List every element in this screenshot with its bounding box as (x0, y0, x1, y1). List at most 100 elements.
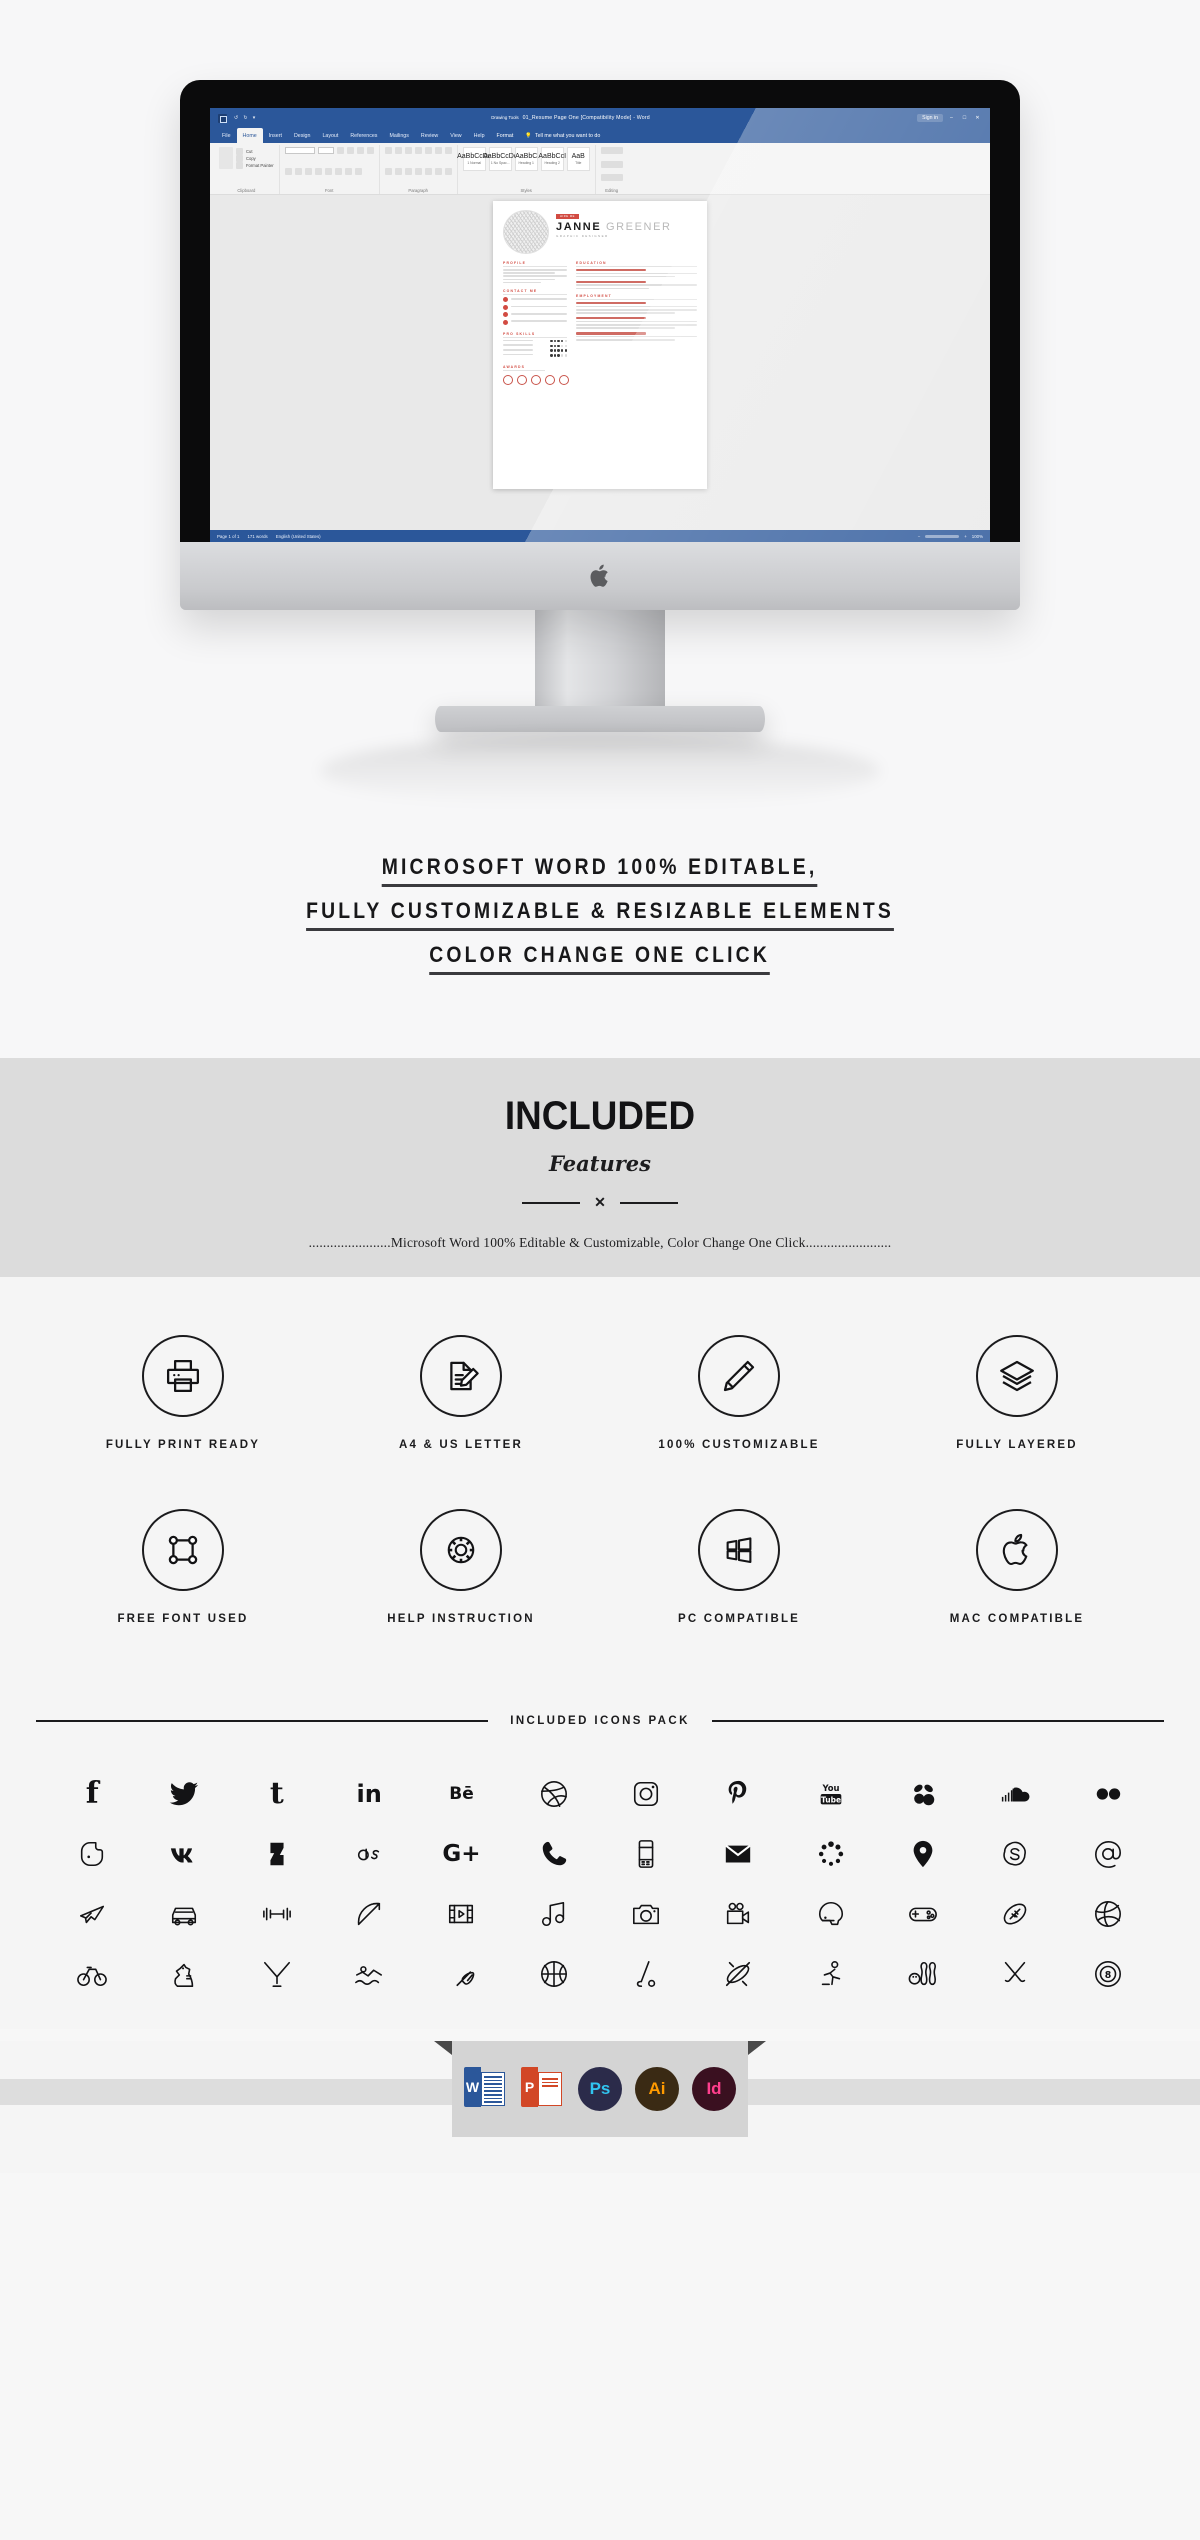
zoom-slider[interactable] (925, 534, 960, 538)
borders-icon[interactable] (444, 167, 452, 175)
subscript-icon[interactable] (324, 167, 332, 175)
word-document-canvas[interactable]: HIRE ME JANNE GREENER GRAPHIC DESIGNER P… (210, 195, 990, 530)
illustrator-icon[interactable]: Ai (635, 2067, 679, 2111)
bullets-icon[interactable] (384, 147, 392, 154)
swimming-icon[interactable] (323, 1953, 415, 1995)
at-icon[interactable] (1062, 1833, 1154, 1875)
kayak-icon[interactable] (692, 1953, 784, 1995)
superscript-icon[interactable] (334, 167, 342, 175)
ribbon-tab-design[interactable]: Design (288, 128, 317, 143)
lastfm-icon[interactable] (323, 1833, 415, 1875)
align-left-icon[interactable] (384, 167, 392, 175)
italic-icon[interactable] (294, 167, 302, 175)
line-spacing-icon[interactable] (424, 167, 432, 175)
airplane-icon[interactable] (46, 1893, 138, 1935)
music-icon[interactable] (508, 1893, 600, 1935)
linkedin-icon[interactable]: in (323, 1773, 415, 1815)
hockey-icon[interactable] (969, 1953, 1061, 1995)
find-button[interactable] (600, 147, 623, 154)
location-icon[interactable] (877, 1833, 969, 1875)
format-painter-icon[interactable] (236, 161, 243, 169)
facebook-icon[interactable]: f (46, 1773, 138, 1815)
dumbbell-icon[interactable] (231, 1893, 323, 1935)
gamepad-icon[interactable] (877, 1893, 969, 1935)
web-icon[interactable] (785, 1833, 877, 1875)
ribbon-tab-references[interactable]: References (344, 128, 383, 143)
grow-font-icon[interactable] (336, 147, 344, 154)
align-center-icon[interactable] (394, 167, 402, 175)
american-football-icon[interactable] (969, 1893, 1061, 1935)
ribbon-tab-format[interactable]: Drawing Tools Format (491, 115, 520, 143)
video-camera-icon[interactable] (692, 1893, 784, 1935)
deviantart-icon[interactable] (231, 1833, 323, 1875)
mobile-icon[interactable] (600, 1833, 692, 1875)
word-ribbon-tabs[interactable]: File Home Insert Design Layout Reference… (210, 115, 990, 143)
instagram-icon[interactable] (600, 1773, 692, 1815)
car-icon[interactable] (138, 1893, 230, 1935)
ribbon-tab-mailings[interactable]: Mailings (383, 128, 414, 143)
word-ribbon[interactable]: Cut Copy Format Painter Clipboard Font P… (210, 143, 990, 195)
ribbon-tab-review[interactable]: Review (415, 128, 444, 143)
ribbon-tab-home[interactable]: Home (236, 128, 263, 143)
clear-formatting-icon[interactable] (366, 147, 374, 154)
quick-access-toolbar[interactable]: ↺ ↻ ▾ (234, 115, 255, 121)
indesign-icon[interactable]: Id (692, 2067, 736, 2111)
zoom-in-icon[interactable]: + (964, 534, 967, 539)
change-case-icon[interactable] (356, 147, 364, 154)
photoshop-icon[interactable]: Ps (578, 2067, 622, 2111)
basketball-icon[interactable] (508, 1953, 600, 1995)
cut-icon[interactable] (236, 147, 243, 155)
sort-icon[interactable] (434, 147, 442, 154)
ribbon-tab-view[interactable]: View (444, 128, 467, 143)
google-plus-icon[interactable]: G+ (415, 1833, 507, 1875)
decrease-indent-icon[interactable] (414, 147, 422, 154)
underline-icon[interactable] (304, 167, 312, 175)
minimize-icon[interactable]: – (947, 115, 956, 121)
show-marks-icon[interactable] (444, 147, 452, 154)
badminton-icon[interactable] (415, 1953, 507, 1995)
swarm-icon[interactable] (877, 1773, 969, 1815)
sign-in-button[interactable]: Sign in (917, 114, 943, 122)
ribbon-tab-layout[interactable]: Layout (316, 128, 344, 143)
football-helmet-icon[interactable] (785, 1893, 877, 1935)
pinterest-icon[interactable] (692, 1773, 784, 1815)
justify-icon[interactable] (414, 167, 422, 175)
fencing-icon[interactable] (231, 1953, 323, 1995)
numbering-icon[interactable] (394, 147, 402, 154)
ribbon-tab-insert[interactable]: Insert (263, 128, 288, 143)
chess-knight-icon[interactable] (138, 1953, 230, 1995)
copy-icon[interactable] (236, 154, 243, 162)
twitter-icon[interactable] (138, 1773, 230, 1815)
multilevel-list-icon[interactable] (404, 147, 412, 154)
shrink-font-icon[interactable] (346, 147, 354, 154)
dribbble-icon[interactable] (508, 1773, 600, 1815)
behance-icon[interactable]: Bē (415, 1773, 507, 1815)
bold-icon[interactable] (284, 167, 292, 175)
style-title[interactable]: AaB Title (566, 147, 590, 171)
style-no-spacing[interactable]: AaBbCcDc 1 No Spac... (483, 147, 517, 171)
zoom-out-icon[interactable]: − (918, 534, 921, 539)
email-icon[interactable] (692, 1833, 784, 1875)
replace-button[interactable] (600, 160, 623, 168)
flickr-icon[interactable] (1062, 1773, 1154, 1815)
select-button[interactable] (600, 174, 623, 182)
text-highlight-icon[interactable] (344, 167, 352, 175)
style-heading-2[interactable]: AaBbCcI Heading 2 (538, 147, 566, 171)
increase-indent-icon[interactable] (424, 147, 432, 154)
bowling-icon[interactable] (877, 1953, 969, 1995)
billiards-icon[interactable]: 8 (1062, 1953, 1154, 1995)
blogger-icon[interactable] (46, 1833, 138, 1875)
tell-me-search[interactable]: 💡 Tell me what you want to do (519, 128, 606, 143)
tumblr-icon[interactable]: t (231, 1773, 323, 1815)
powerpoint-icon[interactable]: P (521, 2067, 565, 2111)
style-heading-1[interactable]: AaBbC Heading 1 (514, 147, 538, 171)
archery-icon[interactable] (323, 1893, 415, 1935)
volleyball-icon[interactable] (1062, 1893, 1154, 1935)
zoom-controls[interactable]: − + 100% (918, 534, 983, 539)
golf-icon[interactable] (600, 1953, 692, 1995)
bicycle-icon[interactable] (46, 1953, 138, 1995)
font-family-combo[interactable] (284, 147, 315, 154)
font-color-icon[interactable] (354, 167, 362, 175)
running-icon[interactable] (785, 1953, 877, 1995)
word-icon[interactable]: W (464, 2067, 508, 2111)
